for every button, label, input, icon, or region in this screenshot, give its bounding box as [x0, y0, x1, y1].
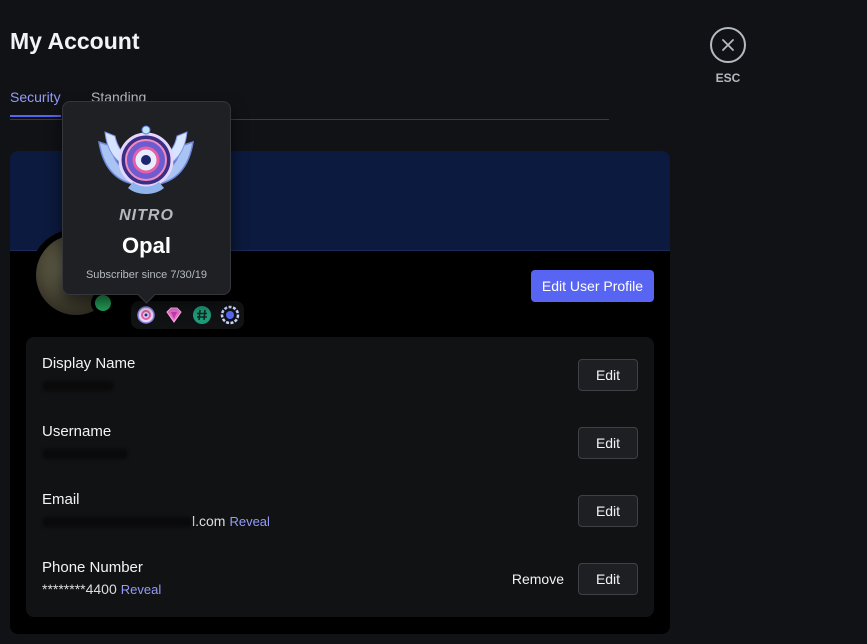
- username-label: Username: [42, 423, 112, 440]
- close-icon: [722, 39, 734, 51]
- quest-laurel-icon[interactable]: [219, 304, 241, 326]
- edit-email-button[interactable]: Edit: [578, 495, 638, 527]
- email-row: Email l.com Reveal Edit: [26, 473, 654, 541]
- badge-list: [131, 301, 244, 329]
- edit-display-name-button[interactable]: Edit: [578, 359, 638, 391]
- account-info-panel: Display Name Edit Username Edit Email l.…: [26, 337, 654, 617]
- email-value: l.com Reveal: [42, 513, 270, 529]
- close-button[interactable]: [710, 27, 746, 63]
- close-control: ESC: [710, 27, 746, 85]
- phone-label: Phone Number: [42, 559, 143, 576]
- nitro-tier-label: Opal: [122, 233, 171, 258]
- redaction-mark: [42, 449, 128, 460]
- edit-username-button[interactable]: Edit: [578, 427, 638, 459]
- nitro-brand-label: NITRO: [119, 207, 174, 224]
- nitro-badge-tooltip: NITRO Opal Subscriber since 7/30/19: [62, 101, 231, 295]
- nitro-opal-badge-icon[interactable]: [135, 304, 157, 326]
- page-title: My Account: [10, 28, 140, 54]
- phone-row: Phone Number ********4400 Reveal Remove E…: [26, 541, 654, 609]
- email-domain-suffix: l.com: [192, 513, 226, 529]
- subscriber-since-text: Subscriber since 7/30/19: [85, 269, 208, 281]
- display-name-label: Display Name: [42, 355, 136, 372]
- redaction-mark: [42, 517, 192, 528]
- boost-gem-icon[interactable]: [163, 304, 185, 326]
- phone-value: ********4400 Reveal: [42, 581, 161, 597]
- hashtag-icon[interactable]: [191, 304, 213, 326]
- display-name-value: [42, 377, 114, 393]
- tab-security[interactable]: Security: [10, 89, 61, 117]
- phone-masked-number: ********4400: [42, 581, 117, 597]
- username-row: Username Edit: [26, 405, 654, 473]
- reveal-email-link[interactable]: Reveal: [229, 514, 269, 529]
- edit-phone-button[interactable]: Edit: [578, 563, 638, 595]
- username-value: [42, 445, 128, 461]
- remove-phone-button[interactable]: Remove: [512, 571, 564, 587]
- nitro-opal-emblem-icon: [98, 125, 194, 194]
- email-label: Email: [42, 491, 80, 508]
- esc-label: ESC: [715, 71, 741, 85]
- edit-user-profile-button[interactable]: Edit User Profile: [531, 270, 654, 302]
- display-name-row: Display Name Edit: [26, 337, 654, 405]
- account-settings-page: My Account Security Standing ESC Edit Us…: [0, 0, 867, 644]
- redaction-mark: [42, 381, 114, 392]
- reveal-phone-link[interactable]: Reveal: [121, 582, 161, 597]
